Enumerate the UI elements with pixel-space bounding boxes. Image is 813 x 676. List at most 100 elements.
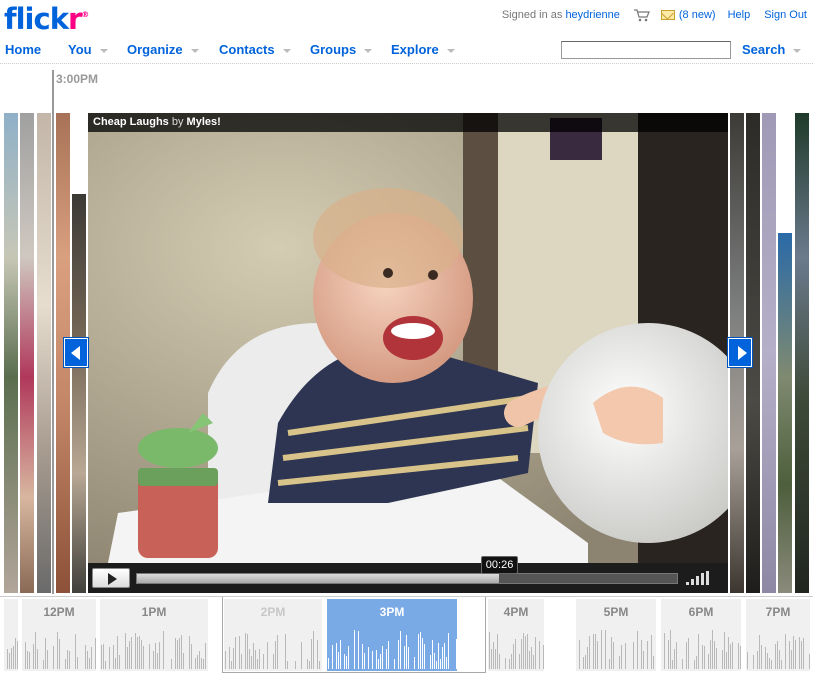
density-bar [125,633,126,669]
density-bar [197,655,198,669]
nav-groups[interactable]: Groups [310,42,373,57]
density-bar [53,646,54,669]
density-bar [587,647,588,669]
density-bar [688,638,689,669]
video-controls: 00:26 [88,556,728,593]
video-title[interactable]: Cheap Laughs [93,116,169,128]
current-time-label: 3:00PM [56,72,99,86]
density-bar [105,661,106,669]
nav-you[interactable]: You [68,42,108,57]
density-bar [761,645,762,669]
photo-strip[interactable] [4,113,18,593]
density-bar [181,635,182,669]
photo-density-bars [664,630,741,669]
nav-home[interactable]: Home [5,42,41,57]
previous-arrow-button[interactable] [64,338,88,367]
density-bar [495,649,496,669]
density-bar [613,642,614,669]
sign-out-link[interactable]: Sign Out [764,9,807,21]
timeline-partial-hour[interactable] [4,599,18,671]
density-bar [153,651,154,669]
video-author[interactable]: Myles! [187,116,221,128]
density-bar [95,638,96,669]
density-bar [676,642,677,669]
density-bar [183,653,184,669]
search-input[interactable] [561,41,731,59]
density-bar [113,645,114,669]
density-bar [505,658,506,669]
timeline-hour-6pm[interactable]: 6PM [661,599,741,671]
chevron-right-icon [738,346,747,360]
timeline-hour-4pm[interactable]: 4PM [488,599,544,671]
photo-density-bars [101,631,206,669]
density-bar [7,649,8,669]
chevron-down-icon[interactable] [282,48,291,53]
density-bar [589,636,590,669]
timeline-hour-1pm[interactable]: 1PM [100,599,208,671]
density-bar [611,637,612,669]
timeline-viewport-frame[interactable] [222,597,486,673]
timeline-hour-12pm[interactable]: 12PM [22,599,96,671]
search-button[interactable]: Search [742,42,802,57]
photo-strip[interactable] [778,233,792,593]
chevron-down-icon[interactable] [99,48,108,53]
chevron-down-icon[interactable] [364,48,373,53]
density-bar [497,634,498,669]
density-bar [491,649,492,669]
density-bar [87,651,88,669]
density-bar [489,632,490,669]
photo-density-bars [579,630,654,669]
density-bar [595,634,596,669]
nav-explore[interactable]: Explore [391,42,455,57]
density-bar [155,643,156,669]
density-bar [523,633,524,669]
density-bar [75,634,76,669]
density-bar [17,641,18,669]
density-bar [682,659,683,669]
nav-explore-label: Explore [391,42,439,57]
current-time-marker [52,70,54,594]
photo-strip[interactable] [795,113,809,593]
chevron-down-icon[interactable] [190,48,199,53]
density-bar [27,651,28,669]
cart-icon[interactable] [633,9,650,22]
mail-count-link[interactable]: (8 new) [679,9,716,21]
photo-strip[interactable] [20,113,34,593]
density-bar [621,645,622,669]
play-button[interactable] [92,568,130,588]
username-link[interactable]: heydrienne [565,9,619,21]
timeline-hour-7pm[interactable]: 7PM [746,599,810,671]
density-bar [101,645,102,669]
help-link[interactable]: Help [728,9,751,21]
chevron-down-icon[interactable] [446,48,455,53]
mail-icon[interactable] [660,10,675,20]
photo-strip[interactable] [72,194,86,593]
density-bar [653,656,654,669]
video-player[interactable]: Cheap Laughs by Myles! 00:26 [88,113,728,593]
density-bar [716,648,717,669]
density-bar [765,647,766,669]
density-bar [77,657,78,669]
density-bar [493,642,494,669]
density-bar [43,660,44,669]
nav-contacts-label: Contacts [219,42,275,57]
timeline-hour-5pm[interactable]: 5PM [576,599,656,671]
density-bar [726,652,727,669]
nav-organize[interactable]: Organize [127,42,199,57]
chevron-down-icon[interactable] [793,48,802,53]
registered-mark: ® [81,10,89,19]
density-bar [672,660,673,669]
video-by-label: by [171,116,184,128]
progress-bar[interactable]: 00:26 [136,556,678,584]
flickr-logo[interactable]: flickr® [4,2,89,36]
photo-strip[interactable] [37,113,51,593]
chevron-left-icon [71,346,80,360]
density-bar [159,642,160,669]
density-bar [533,655,534,669]
density-bar [47,650,48,669]
photo-strip[interactable] [762,113,776,593]
density-bar [509,659,510,669]
next-arrow-button[interactable] [728,338,752,367]
nav-contacts[interactable]: Contacts [219,42,291,57]
volume-icon[interactable] [686,571,710,585]
